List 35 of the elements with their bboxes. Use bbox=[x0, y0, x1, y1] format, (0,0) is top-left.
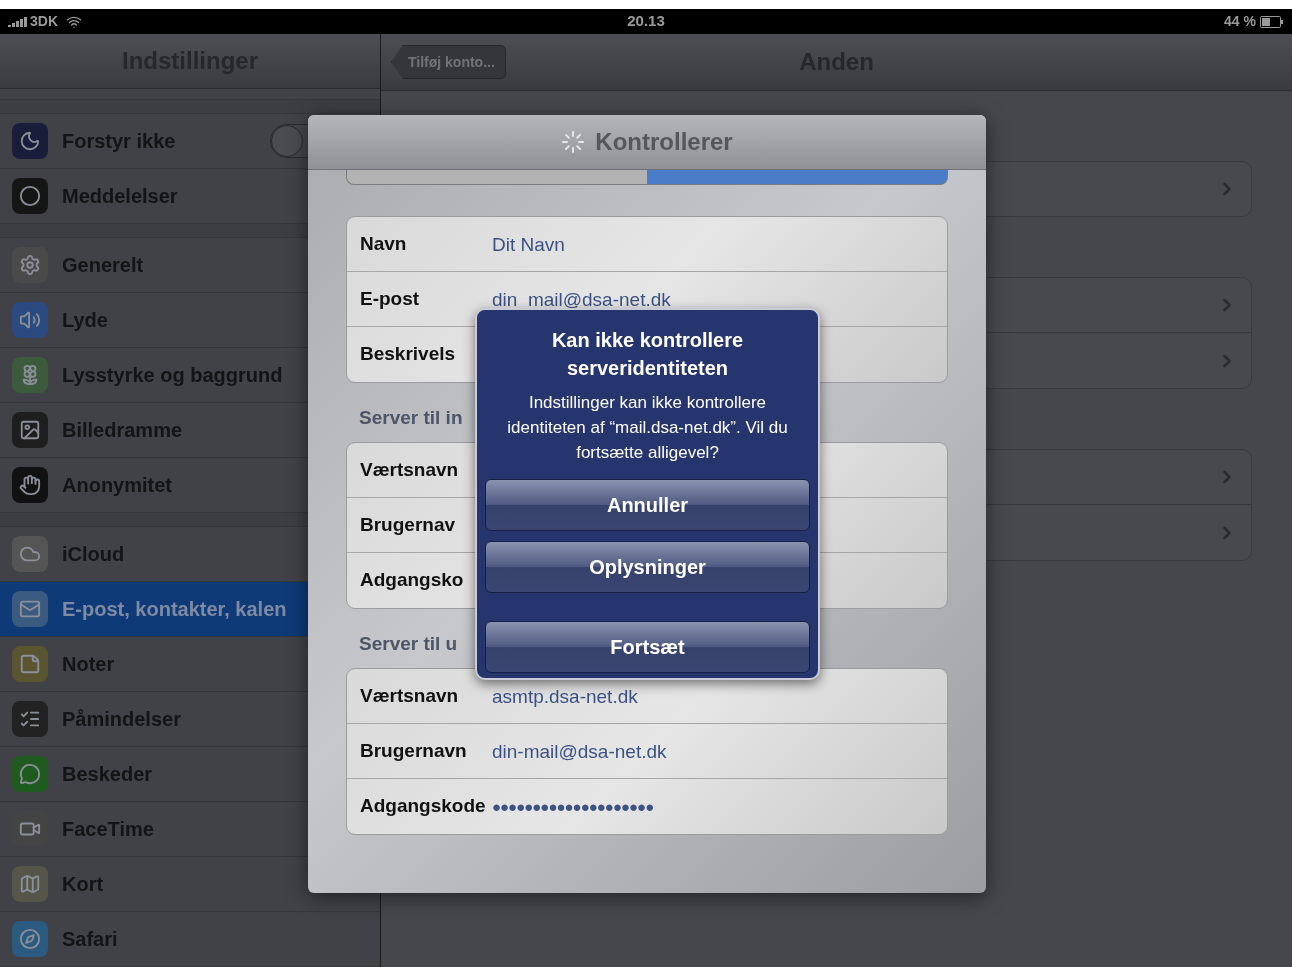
sheet-title: Kontrollerer bbox=[595, 127, 733, 157]
video-camera-icon bbox=[12, 811, 48, 847]
alert-button[interactable]: Fortsæt bbox=[485, 621, 810, 673]
alert-button[interactable]: Annuller bbox=[485, 479, 810, 531]
picture-frame-icon bbox=[12, 412, 48, 448]
back-button[interactable]: Tilføj konto... bbox=[391, 45, 506, 79]
settings-row-label: E-post, kontakter, kalen bbox=[62, 597, 287, 622]
clock-time: 20.13 bbox=[627, 11, 665, 32]
alert-message: Indstillinger kan ikke kontrollere identiteten af “mail.dsa-net.dk”. Vil du fortsætte alligevel? bbox=[506, 392, 789, 464]
text-field[interactable]: asmtp.dsa-net.dk bbox=[492, 686, 638, 706]
segment[interactable] bbox=[346, 170, 647, 185]
carrier-name: 3DK bbox=[30, 12, 58, 31]
alert-title: Kan ikke kontrollere serveridentiteten bbox=[550, 328, 745, 381]
alert-button[interactable]: Oplysninger bbox=[485, 541, 810, 593]
speaker-icon bbox=[12, 302, 48, 338]
flower-icon bbox=[12, 357, 48, 393]
speech-bubble-icon bbox=[12, 756, 48, 792]
moon-icon bbox=[12, 123, 48, 159]
compass-icon bbox=[12, 921, 48, 957]
cloud-icon bbox=[12, 536, 48, 572]
text-field[interactable]: Dit Navn bbox=[492, 234, 565, 254]
checklist-icon bbox=[12, 701, 48, 737]
text-field[interactable]: din_mail@dsa-net.dk bbox=[492, 289, 671, 309]
map-icon bbox=[12, 866, 48, 902]
password-field[interactable]: ●●●●●●●●●●●●●●●●●●●● bbox=[492, 799, 654, 814]
gear-icon bbox=[12, 247, 48, 283]
signal-bars-icon bbox=[8, 16, 28, 27]
notepad-icon bbox=[12, 646, 48, 682]
envelope-icon bbox=[12, 591, 48, 627]
segment[interactable] bbox=[647, 170, 948, 185]
battery-icon bbox=[1260, 15, 1284, 28]
text-field[interactable]: din-mail@dsa-net.dk bbox=[492, 741, 667, 761]
spinner-icon bbox=[561, 130, 586, 154]
battery-percentage: 44 % bbox=[1224, 12, 1256, 31]
hand-icon bbox=[12, 467, 48, 503]
